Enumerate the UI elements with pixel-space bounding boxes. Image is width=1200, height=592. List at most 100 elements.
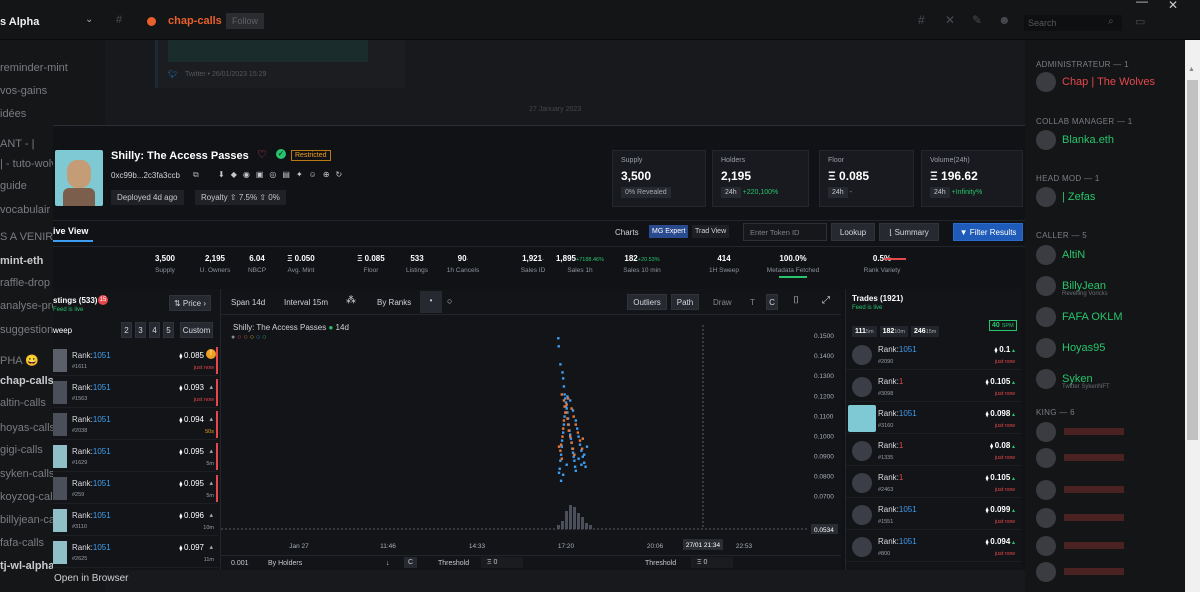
price-scatter-chart[interactable]: 0.1500 0.1400 0.1300 0.1200 0.1100 0.1000 0.09…: [221, 315, 841, 555]
sweep-option-5[interactable]: 5: [163, 322, 174, 338]
scroll-thumb[interactable]: [1187, 80, 1198, 440]
scatter-point[interactable]: [569, 435, 572, 438]
scatter-point[interactable]: [573, 465, 577, 468]
scatter-point[interactable]: [571, 447, 575, 450]
filter-results-button[interactable]: ▼ Filter Results: [953, 223, 1023, 241]
circle-mode-button[interactable]: ○: [447, 296, 452, 306]
listing-row[interactable]: Rank:1051 #259 ⧫ 0.095 ▴ 5m: [53, 473, 218, 504]
scatter-point[interactable]: [564, 411, 567, 414]
scatter-point[interactable]: [574, 419, 577, 422]
lookup-button[interactable]: Lookup: [831, 223, 875, 241]
scatter-point[interactable]: [563, 405, 566, 408]
interval-selector[interactable]: Interval 15m: [284, 298, 328, 307]
channel-item[interactable]: reminder-mint: [0, 62, 68, 74]
scatter-point[interactable]: [580, 447, 584, 450]
outliers-button[interactable]: Outliers: [627, 294, 667, 310]
scatter-point[interactable]: [573, 459, 576, 462]
scatter-point[interactable]: [570, 441, 573, 444]
copy-icon[interactable]: ⧉: [193, 170, 199, 180]
scatter-point[interactable]: [578, 439, 582, 442]
sweep-custom-button[interactable]: Custom: [180, 322, 213, 338]
scatter-point[interactable]: [567, 429, 570, 432]
scatter-point[interactable]: [566, 417, 569, 420]
heart-icon[interactable]: ♡: [257, 148, 267, 161]
path-button[interactable]: Path: [671, 294, 699, 310]
chevron-down-icon[interactable]: ⌄: [85, 14, 93, 25]
text-tool-button[interactable]: T: [750, 298, 755, 307]
scatter-point[interactable]: [572, 415, 575, 418]
scatter-point[interactable]: [559, 453, 563, 456]
channel-item[interactable]: tj-wl-alpha: [0, 560, 54, 572]
trade-row[interactable]: Rank:1051 #2090 ⧫ 0.1 ▴ just now: [846, 339, 1021, 370]
looksrare-icon[interactable]: ◉: [243, 170, 256, 179]
trade-row[interactable]: Rank:1 #2463 ⧫ 0.105 ▴ just now: [846, 467, 1021, 498]
scatter-point[interactable]: [562, 399, 566, 402]
channel-item[interactable]: koyzog-cal: [0, 491, 53, 503]
scatter-point[interactable]: [557, 471, 561, 474]
scatter-point[interactable]: [560, 439, 564, 442]
threads-header-icon[interactable]: #: [918, 13, 925, 27]
scatter-point[interactable]: [566, 423, 570, 426]
scatter-point[interactable]: [565, 403, 568, 406]
scatter-point[interactable]: [583, 453, 586, 456]
channel-item[interactable]: mint-eth: [0, 255, 43, 267]
by-ranks-selector[interactable]: By Ranks: [377, 298, 411, 307]
scatter-point[interactable]: [562, 431, 565, 434]
members-icon[interactable]: ☻: [998, 13, 1011, 27]
scatter-point[interactable]: [576, 427, 579, 430]
sweep-option-3[interactable]: 3: [135, 322, 146, 338]
search-box[interactable]: Search ⌕: [1024, 15, 1122, 31]
listing-row[interactable]: Rank:1051 #1563 ⧫ 0.093 ▴ just now: [53, 377, 218, 408]
channel-item[interactable]: hoyas-calls: [0, 422, 55, 434]
listing-row[interactable]: Rank:1051 #1629 ⧫ 0.095 ▴ 5m: [53, 441, 218, 472]
scatter-point[interactable]: [577, 435, 580, 438]
scatter-point[interactable]: [580, 463, 583, 466]
scatter-point[interactable]: [559, 449, 562, 452]
server-name[interactable]: s Alpha: [0, 16, 39, 28]
clear-tool-button[interactable]: C: [766, 294, 778, 310]
trade-row[interactable]: Rank:1051 #800 ⧫ 0.094 ▴ just now: [846, 531, 1021, 562]
website-icon[interactable]: ⊕: [323, 170, 336, 179]
channel-item[interactable]: raffle-drop: [0, 277, 50, 289]
listing-row[interactable]: Rank:1051 #2038 ⧫ 0.094 ▴ 50s: [53, 409, 218, 440]
trade-filter-button[interactable]: 18210m: [879, 326, 908, 337]
bottom-c-button[interactable]: C: [404, 557, 418, 568]
scatter-point[interactable]: [574, 423, 577, 426]
scatter-settings-icon[interactable]: ⁂: [346, 295, 356, 306]
trade-row[interactable]: Rank:1051 #1551 ⧫ 0.099 ▴ just now: [846, 499, 1021, 530]
channel-item[interactable]: fafa-calls: [0, 537, 44, 549]
opensea-icon[interactable]: ⬇: [218, 170, 231, 179]
bottom-t-icon[interactable]: ↓: [386, 560, 390, 567]
span-selector[interactable]: Span 14d: [231, 298, 265, 307]
scatter-point[interactable]: [558, 467, 561, 470]
sweep-option-2[interactable]: 2: [121, 322, 132, 338]
channel-item[interactable]: guide: [0, 180, 27, 192]
scatter-point[interactable]: [557, 337, 560, 340]
scatter-point[interactable]: [581, 437, 584, 440]
scatter-point[interactable]: [583, 461, 586, 464]
scatter-point[interactable]: [561, 435, 564, 438]
follow-button[interactable]: Follow: [226, 13, 265, 29]
scatter-point[interactable]: [578, 443, 582, 446]
threshold-input-2[interactable]: Ξ 0: [691, 557, 733, 568]
etherscan-icon[interactable]: ◎: [269, 170, 282, 179]
refresh-icon[interactable]: ↻: [336, 170, 349, 179]
scatter-point[interactable]: [562, 473, 565, 476]
x2y2-icon[interactable]: ▣: [256, 170, 270, 179]
camera-icon[interactable]: ⌷: [793, 295, 799, 306]
listing-row[interactable]: Rank:1051 #3110 ⧫ 0.096 ▴ 10m: [53, 505, 218, 536]
inbox-icon[interactable]: ▭: [1135, 15, 1145, 28]
trade-row[interactable]: Rank:1051 #3160 ⧫ 0.098 ▴ just now: [846, 403, 1021, 434]
scatter-point[interactable]: [561, 371, 564, 374]
draw-button[interactable]: Draw: [713, 298, 732, 307]
tab-live-view[interactable]: ive View: [53, 226, 88, 236]
resolution-value[interactable]: 0.001: [231, 560, 249, 567]
channel-item[interactable]: | - tuto-wolv: [0, 158, 57, 170]
scroll-up-icon[interactable]: ▲: [1188, 66, 1195, 73]
discord-link-icon[interactable]: ☺: [309, 170, 323, 179]
channel-item[interactable]: chap-calls: [0, 375, 54, 387]
channel-item[interactable]: gigi-calls: [0, 444, 43, 456]
document-icon[interactable]: ▤: [282, 170, 296, 179]
channel-item[interactable]: suggestion: [0, 324, 53, 336]
scatter-point[interactable]: [576, 431, 580, 434]
